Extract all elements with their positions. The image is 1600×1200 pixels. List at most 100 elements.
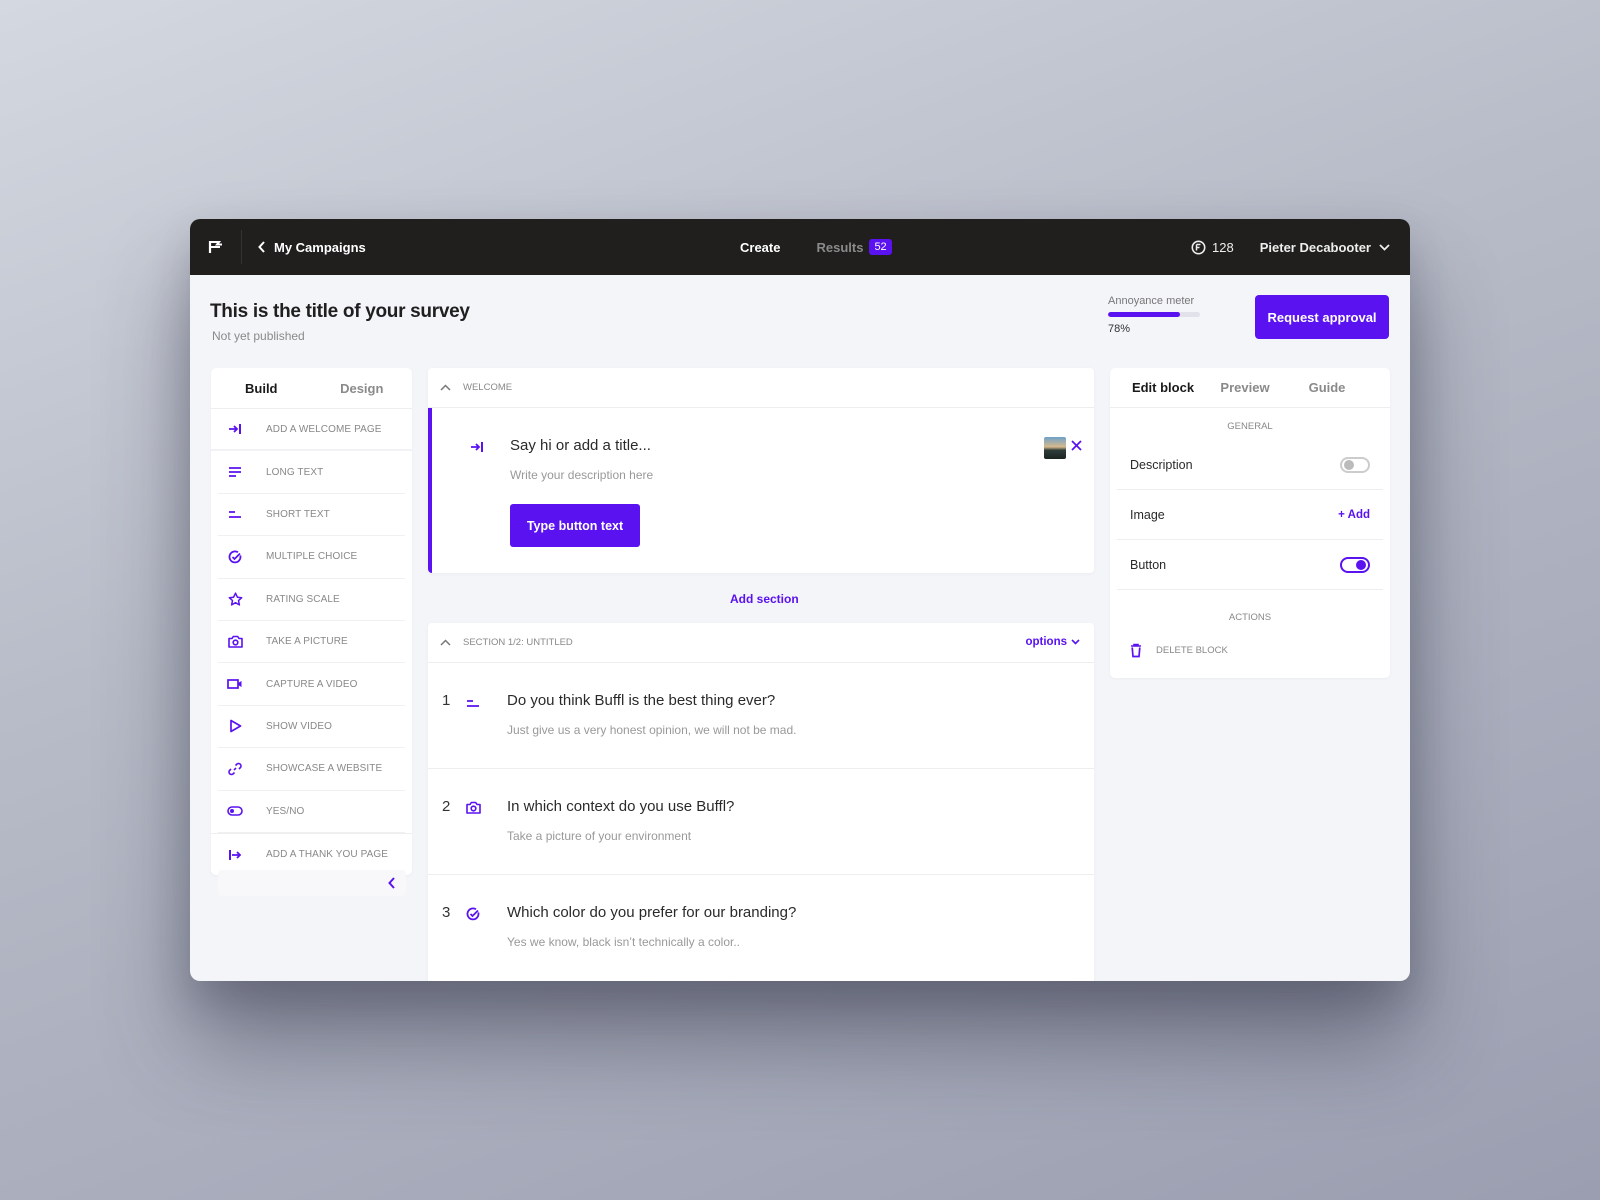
description-setting: Description [1117, 440, 1383, 490]
tab-design[interactable]: Design [312, 381, 413, 396]
user-name: Pieter Decabooter [1259, 239, 1371, 255]
block-type-label: RATING SCALE [266, 593, 340, 605]
welcome-icon [470, 440, 484, 458]
tab-edit-block[interactable]: Edit block [1122, 380, 1204, 395]
block-type-label: YES/NO [266, 805, 305, 817]
request-approval-button[interactable]: Request approval [1255, 295, 1389, 339]
block-type-thank-you-page[interactable]: ADD A THANK YOU PAGE [211, 832, 412, 875]
delete-block-label: DELETE BLOCK [1156, 645, 1228, 656]
block-type-label: ADD A THANK YOU PAGE [266, 849, 389, 861]
block-type-short-text[interactable]: SHORT TEXT [218, 494, 405, 537]
annoyance-meter-label: Annoyance meter [1108, 295, 1195, 307]
general-section-label: GENERAL [1227, 421, 1273, 432]
nav-tab-create[interactable]: Create [740, 240, 780, 255]
camera-icon [466, 801, 481, 819]
question-description: Just give us a very honest opinion, we w… [507, 723, 797, 737]
block-type-label: SHOWCASE A WEBSITE [266, 763, 383, 775]
block-type-yes-no[interactable]: YES/NO [218, 791, 405, 833]
chevron-down-icon [1379, 243, 1390, 251]
image-setting-label: Image [1130, 507, 1165, 522]
chevron-down-icon [1071, 639, 1080, 645]
add-image-link[interactable]: + Add [1338, 509, 1370, 521]
question-description: Take a picture of your environment [507, 829, 692, 843]
camera-icon [226, 633, 244, 651]
block-type-label: LONG TEXT [266, 466, 324, 478]
question-title: Which color do you prefer for our brandi… [507, 904, 797, 921]
welcome-icon [226, 420, 244, 438]
question-description: Yes we know, black isn’t technically a c… [507, 935, 741, 949]
annoyance-meter-fill [1108, 312, 1180, 317]
credits: 128 [1191, 240, 1234, 255]
star-icon [226, 590, 244, 608]
edit-panel-tabs: Edit block Preview Guide [1110, 368, 1390, 408]
welcome-block-label: WELCOME [463, 382, 513, 393]
question-item[interactable]: 1 Do you think Buffl is the best thing e… [428, 663, 1094, 769]
annoyance-meter-track [1108, 312, 1200, 317]
edit-block-panel: Edit block Preview Guide GENERAL Descrip… [1110, 368, 1390, 678]
welcome-block-body: Say hi or add a title... Write your desc… [428, 408, 1094, 573]
chevron-left-icon [258, 241, 265, 253]
block-type-show-video[interactable]: SHOW VIDEO [218, 706, 405, 749]
check-circle-icon [226, 548, 244, 566]
tab-guide[interactable]: Guide [1286, 380, 1368, 395]
back-to-campaigns-link[interactable]: My Campaigns [258, 240, 366, 255]
question-title: In which context do you use Buffl? [507, 798, 735, 815]
credits-coin-icon [1191, 240, 1206, 254]
question-number: 2 [442, 798, 451, 815]
nav-tab-results-label: Results [816, 239, 864, 255]
section-header[interactable]: SECTION 1/2: UNTITLED options [428, 623, 1094, 663]
question-title: Do you think Buffl is the best thing eve… [507, 692, 776, 709]
toggle-icon [226, 802, 244, 820]
flag-logo-icon [208, 241, 222, 253]
collapse-panel-button[interactable] [218, 870, 406, 896]
back-label: My Campaigns [274, 239, 366, 255]
welcome-description-input[interactable]: Write your description here [510, 468, 653, 482]
add-section-link[interactable]: Add section [730, 592, 799, 606]
question-item[interactable]: 2 In which context do you use Buffl? Tak… [428, 769, 1094, 875]
play-icon [226, 717, 244, 735]
block-type-long-text[interactable]: LONG TEXT [218, 451, 405, 494]
survey-title[interactable]: This is the title of your survey [210, 301, 470, 323]
welcome-image-thumbnail[interactable] [1044, 437, 1066, 459]
delete-block-button[interactable]: DELETE BLOCK [1130, 643, 1390, 658]
block-type-label: MULTIPLE CHOICE [266, 551, 358, 563]
logo[interactable] [190, 230, 242, 264]
description-setting-label: Description [1130, 457, 1193, 472]
tab-preview[interactable]: Preview [1204, 380, 1286, 395]
button-setting-label: Button [1130, 557, 1167, 572]
image-setting: Image + Add [1117, 490, 1383, 540]
close-icon[interactable] [1071, 438, 1082, 456]
welcome-block-header[interactable]: WELCOME [428, 368, 1094, 408]
trash-icon [1131, 643, 1141, 658]
block-type-welcome-page[interactable]: ADD A WELCOME PAGE [211, 409, 412, 452]
block-type-rating-scale[interactable]: RATING SCALE [218, 579, 405, 621]
description-toggle[interactable] [1340, 456, 1370, 473]
question-number: 1 [442, 692, 451, 709]
welcome-button-text-input[interactable]: Type button text [510, 504, 640, 547]
short-text-icon [226, 505, 244, 523]
welcome-block: WELCOME Say hi or add a title... Write y… [428, 368, 1094, 573]
section-label: SECTION 1/2: UNTITLED [463, 637, 573, 648]
build-panel: Build Design ADD A WELCOME PAGE LONG TEX… [211, 368, 413, 876]
short-text-icon [466, 695, 480, 713]
chevron-left-icon [388, 877, 395, 889]
chevron-up-icon [440, 639, 451, 646]
button-toggle[interactable] [1340, 556, 1370, 573]
welcome-title-input[interactable]: Say hi or add a title... [510, 437, 651, 454]
button-setting: Button [1117, 540, 1383, 590]
tab-build[interactable]: Build [211, 381, 312, 396]
section-options-dropdown[interactable]: options [1025, 636, 1080, 648]
nav-tab-results[interactable]: Results 52 [816, 239, 892, 255]
block-type-capture-video[interactable]: CAPTURE A VIDEO [218, 663, 405, 706]
block-type-multiple-choice[interactable]: MULTIPLE CHOICE [218, 536, 405, 579]
link-icon [226, 760, 244, 778]
exit-icon [226, 846, 244, 864]
actions-section-label: ACTIONS [1228, 612, 1272, 623]
block-type-label: CAPTURE A VIDEO [266, 678, 358, 690]
question-item[interactable]: 3 Which color do you prefer for our bran… [428, 875, 1094, 981]
video-camera-icon [226, 675, 244, 693]
long-text-icon [226, 463, 244, 481]
block-type-showcase-website[interactable]: SHOWCASE A WEBSITE [218, 748, 405, 791]
block-type-take-picture[interactable]: TAKE A PICTURE [218, 621, 405, 664]
user-menu[interactable]: Pieter Decabooter [1260, 240, 1390, 255]
